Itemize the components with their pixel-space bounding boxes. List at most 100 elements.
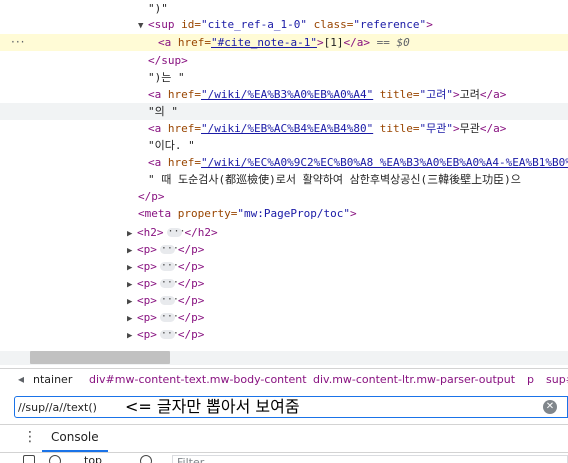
drawer-menu-icon[interactable]: ⋮ xyxy=(23,429,37,445)
attr-value[interactable]: "무관" xyxy=(420,122,454,135)
breadcrumb-item[interactable]: div#mw-content-text.mw-body-content xyxy=(89,373,307,386)
attr-name: property= xyxy=(171,207,238,220)
eye-icon[interactable] xyxy=(140,455,152,463)
text-node: ")는 " xyxy=(148,71,185,84)
horizontal-scrollbar-thumb[interactable] xyxy=(30,351,170,364)
tag-open: <p> xyxy=(137,328,157,341)
tag-end: </p> xyxy=(177,243,205,256)
more-options-icon[interactable]: ··· xyxy=(11,34,25,51)
tag-end: </a> xyxy=(479,122,507,135)
tree-line-p[interactable]: ▶<p></p> xyxy=(0,291,568,309)
tag-end: </a> xyxy=(343,36,370,49)
tree-line-sup[interactable]: ▼ <sup id="cite_ref-a_1-0" class="referen… xyxy=(0,16,568,33)
text-node: "의 " xyxy=(148,105,178,118)
attr-value[interactable]: "mw:PageProp/toc" xyxy=(237,207,350,220)
tree-line-p[interactable]: ▶<p> </p> xyxy=(0,325,568,345)
tree-line-a[interactable]: <a href="/wiki/%EB%AC%B4%EA%B4%80" title… xyxy=(0,120,568,137)
tag-open: <h2> xyxy=(137,226,164,239)
tree-line-text[interactable]: "이다. " xyxy=(0,137,568,154)
tag-open: <p> xyxy=(137,260,157,273)
tag-open: <p> xyxy=(137,311,157,324)
tag-end: </p> xyxy=(177,328,205,341)
breadcrumb: ◂ ntainer div#mw-content-text.mw-body-co… xyxy=(0,368,568,392)
collapsed-content-icon[interactable] xyxy=(159,274,179,291)
tag-open: <a xyxy=(148,88,162,101)
tag-end: </h2> xyxy=(184,226,218,239)
breadcrumb-item[interactable]: ntainer xyxy=(33,373,72,386)
drawer-tabs: ⋮ Console xyxy=(0,424,568,452)
clear-console-icon[interactable] xyxy=(49,455,61,463)
breadcrumb-item[interactable]: p xyxy=(527,373,534,386)
tree-line-a[interactable]: <a href="/wiki/%EC%A0%9C2%EC%B0%A8 %EA%B… xyxy=(0,154,568,171)
breadcrumb-item[interactable]: sup# xyxy=(546,373,568,386)
tag-close: > xyxy=(453,88,460,101)
expand-triangle-icon[interactable]: ▶ xyxy=(127,328,137,345)
search-bar[interactable]: <= 글자만 뽑아서 보여줌 ✕ xyxy=(14,396,568,418)
tree-line-text[interactable]: ")는 " xyxy=(0,69,568,86)
elements-tree[interactable]: ")" ▼ <sup id="cite_ref-a_1-0" class="ref… xyxy=(0,0,568,352)
tree-line-text[interactable]: " 때 도순검사(都巡檢使)로서 활약하여 삼한후벽상공신(三韓後壁上功臣)으 xyxy=(0,171,568,188)
attr-value[interactable]: "reference" xyxy=(353,18,426,31)
tag-open: <a xyxy=(148,122,162,135)
tree-line-p[interactable]: ▶<p></p> xyxy=(0,257,568,275)
tag-close: > xyxy=(453,122,460,135)
tab-console[interactable]: Console xyxy=(42,425,108,452)
attr-name: title= xyxy=(373,122,420,135)
attr-link[interactable]: "/wiki/%EB%AC%B4%EA%B4%80" xyxy=(201,122,373,135)
tag-open: <a xyxy=(148,156,162,169)
sidebar-toggle-icon[interactable] xyxy=(23,455,35,463)
attr-name: href= xyxy=(161,88,201,101)
tree-line-p[interactable]: ▶<p></p> xyxy=(0,308,568,326)
collapsed-content-icon[interactable] xyxy=(159,257,179,274)
tag-open: <p> xyxy=(137,294,157,307)
tag-end: </a> xyxy=(479,88,507,101)
collapsed-content-icon[interactable] xyxy=(159,291,179,308)
tag-end: </p> xyxy=(177,260,205,273)
tag-end: </p> xyxy=(177,277,205,290)
context-select[interactable]: top xyxy=(84,454,102,463)
collapse-triangle-icon[interactable]: ▼ xyxy=(138,18,148,35)
tag-end: </p> xyxy=(177,311,205,324)
attr-link[interactable]: "#cite_note-a-1" xyxy=(211,36,317,49)
tag-end: </sup> xyxy=(148,54,188,67)
tag-close: > xyxy=(349,207,357,220)
tree-line-selected-a[interactable]: ··· <a href="#cite_note-a-1">[1]</a> == … xyxy=(0,34,568,51)
tag-close: > xyxy=(426,18,433,31)
tag-end: </p> xyxy=(177,294,205,307)
tree-line-p[interactable]: ▶<p></p> xyxy=(0,274,568,292)
text-node: "이다. " xyxy=(148,139,195,152)
tree-line-sup-close[interactable]: </sup> xyxy=(0,52,568,69)
tree-line-meta[interactable]: <meta property="mw:PageProp/toc"> xyxy=(0,205,568,222)
console-toolbar: top Filter xyxy=(0,452,568,463)
text-node: 고려 xyxy=(459,88,480,101)
attr-name: class= xyxy=(306,18,354,31)
collapsed-content-icon[interactable] xyxy=(166,223,186,240)
attr-name: href= xyxy=(171,36,211,49)
attr-value[interactable]: "cite_ref-a_1-0" xyxy=(201,18,307,31)
collapsed-content-icon[interactable] xyxy=(159,325,179,342)
annotation-text: <= 글자만 뽑아서 보여줌 xyxy=(125,397,300,416)
attr-name: id= xyxy=(174,18,201,31)
text-node: " 때 도순검사(都巡檢使)로서 활약하여 삼한후벽상공신(三韓後壁上功臣)으 xyxy=(148,173,521,186)
breadcrumb-item[interactable]: div.mw-content-ltr.mw-parser-output xyxy=(313,373,515,386)
scroll-left-arrow-icon[interactable]: ◂ xyxy=(18,372,24,386)
tag-close: > xyxy=(316,36,324,49)
text-node: 무관 xyxy=(459,122,480,135)
attr-link[interactable]: "/wiki/%EA%B3%A0%EB%A0%A4" xyxy=(201,88,373,101)
tree-line-p-close[interactable]: </p> xyxy=(0,188,568,205)
tree-line-p[interactable]: ▶<p></p> xyxy=(0,240,568,258)
search-input[interactable] xyxy=(18,399,118,415)
tree-line-a[interactable]: <a href="/wiki/%EA%B3%A0%EB%A0%A4" title… xyxy=(0,86,568,103)
attr-name: href= xyxy=(161,156,201,169)
collapsed-content-icon[interactable] xyxy=(159,240,179,257)
clear-search-icon[interactable]: ✕ xyxy=(543,400,557,414)
collapsed-content-icon[interactable] xyxy=(159,308,179,325)
text-node: ")" xyxy=(148,2,168,15)
tag-open: <meta xyxy=(138,207,172,220)
tree-line-text[interactable]: ")" xyxy=(0,0,568,17)
tree-line-text[interactable]: "의 " xyxy=(0,103,568,120)
tree-line-h2[interactable]: ▶<h2></h2> xyxy=(0,223,568,241)
attr-link[interactable]: "/wiki/%EC%A0%9C2%EC%B0%A8 %EA%B3%A0%EB%… xyxy=(201,156,568,169)
attr-value[interactable]: "고려" xyxy=(420,88,454,101)
filter-input[interactable]: Filter xyxy=(172,455,568,463)
